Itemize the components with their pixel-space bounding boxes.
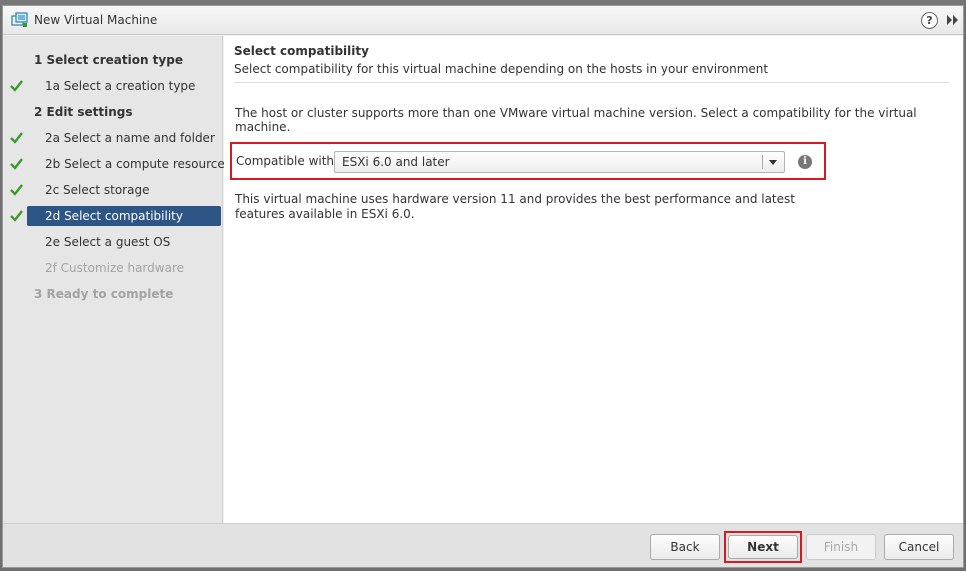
wizard-step-label: 2 Edit settings: [34, 105, 133, 119]
title-bar: New Virtual Machine ?: [3, 6, 963, 35]
wizard-step[interactable]: 2 Edit settings: [3, 102, 223, 122]
wizard-step-label: 2d Select compatibility: [45, 209, 183, 223]
check-icon: [10, 132, 23, 144]
page-subtitle: Select compatibility for this virtual ma…: [234, 62, 769, 76]
intro-text: The host or cluster supports more than o…: [235, 106, 917, 134]
virtual-machine-icon: [11, 12, 28, 27]
next-button[interactable]: Next: [728, 535, 798, 559]
dialog-title: New Virtual Machine: [34, 13, 158, 27]
compatibility-description: This virtual machine uses hardware versi…: [235, 192, 795, 221]
wizard-step[interactable]: 1 Select creation type: [3, 50, 223, 70]
wizard-step-label: 2e Select a guest OS: [45, 235, 171, 249]
wizard-step-label: 2a Select a name and folder: [45, 131, 215, 145]
wizard-step[interactable]: 2b Select a compute resource: [3, 154, 225, 174]
wizard-step-label: 2b Select a compute resource: [45, 157, 225, 171]
wizard-step-label: 3 Ready to complete: [34, 287, 174, 301]
info-icon[interactable]: i: [798, 155, 812, 169]
compatibility-highlight: Compatible with: ESXi 6.0 and later i: [230, 142, 826, 180]
wizard-step: 2f Customize hardware: [3, 258, 223, 278]
wizard-step[interactable]: 2d Select compatibility: [3, 206, 223, 226]
new-vm-dialog: New Virtual Machine ? 1 Select creation …: [2, 5, 964, 568]
finish-button: Finish: [806, 534, 876, 560]
wizard-step[interactable]: 1a Select a creation type: [3, 76, 223, 96]
page-title: Select compatibility: [234, 44, 369, 58]
cancel-button[interactable]: Cancel: [884, 534, 954, 560]
help-icon[interactable]: ?: [921, 12, 938, 29]
wizard-step-label: 2c Select storage: [45, 183, 150, 197]
wizard-footer: Back Next Finish Cancel: [3, 523, 963, 567]
select-separator: [762, 155, 763, 169]
chevron-down-icon[interactable]: [769, 160, 777, 165]
compatibility-select-value: ESXi 6.0 and later: [342, 155, 450, 169]
wizard-steps-sidebar: 1 Select creation type 1a Select a creati…: [3, 36, 225, 523]
check-icon: [10, 158, 23, 170]
wizard-step-label: 2f Customize hardware: [45, 261, 184, 275]
wizard-step[interactable]: 2c Select storage: [3, 180, 223, 200]
wizard-step-label: 1a Select a creation type: [45, 79, 196, 93]
expand-icon[interactable]: [946, 13, 960, 27]
compatible-with-label: Compatible with:: [236, 154, 339, 168]
check-icon: [10, 184, 23, 196]
check-icon: [10, 210, 23, 222]
check-icon: [10, 80, 23, 92]
back-button[interactable]: Back: [650, 534, 720, 560]
wizard-step: 3 Ready to complete: [3, 284, 223, 304]
wizard-step-label: 1 Select creation type: [34, 53, 183, 67]
wizard-step[interactable]: 2e Select a guest OS: [3, 232, 223, 252]
header-divider: [234, 82, 949, 83]
wizard-content: Select compatibility Select compatibilit…: [224, 36, 963, 523]
wizard-step[interactable]: 2a Select a name and folder: [3, 128, 223, 148]
compatibility-select[interactable]: ESXi 6.0 and later: [334, 151, 785, 173]
